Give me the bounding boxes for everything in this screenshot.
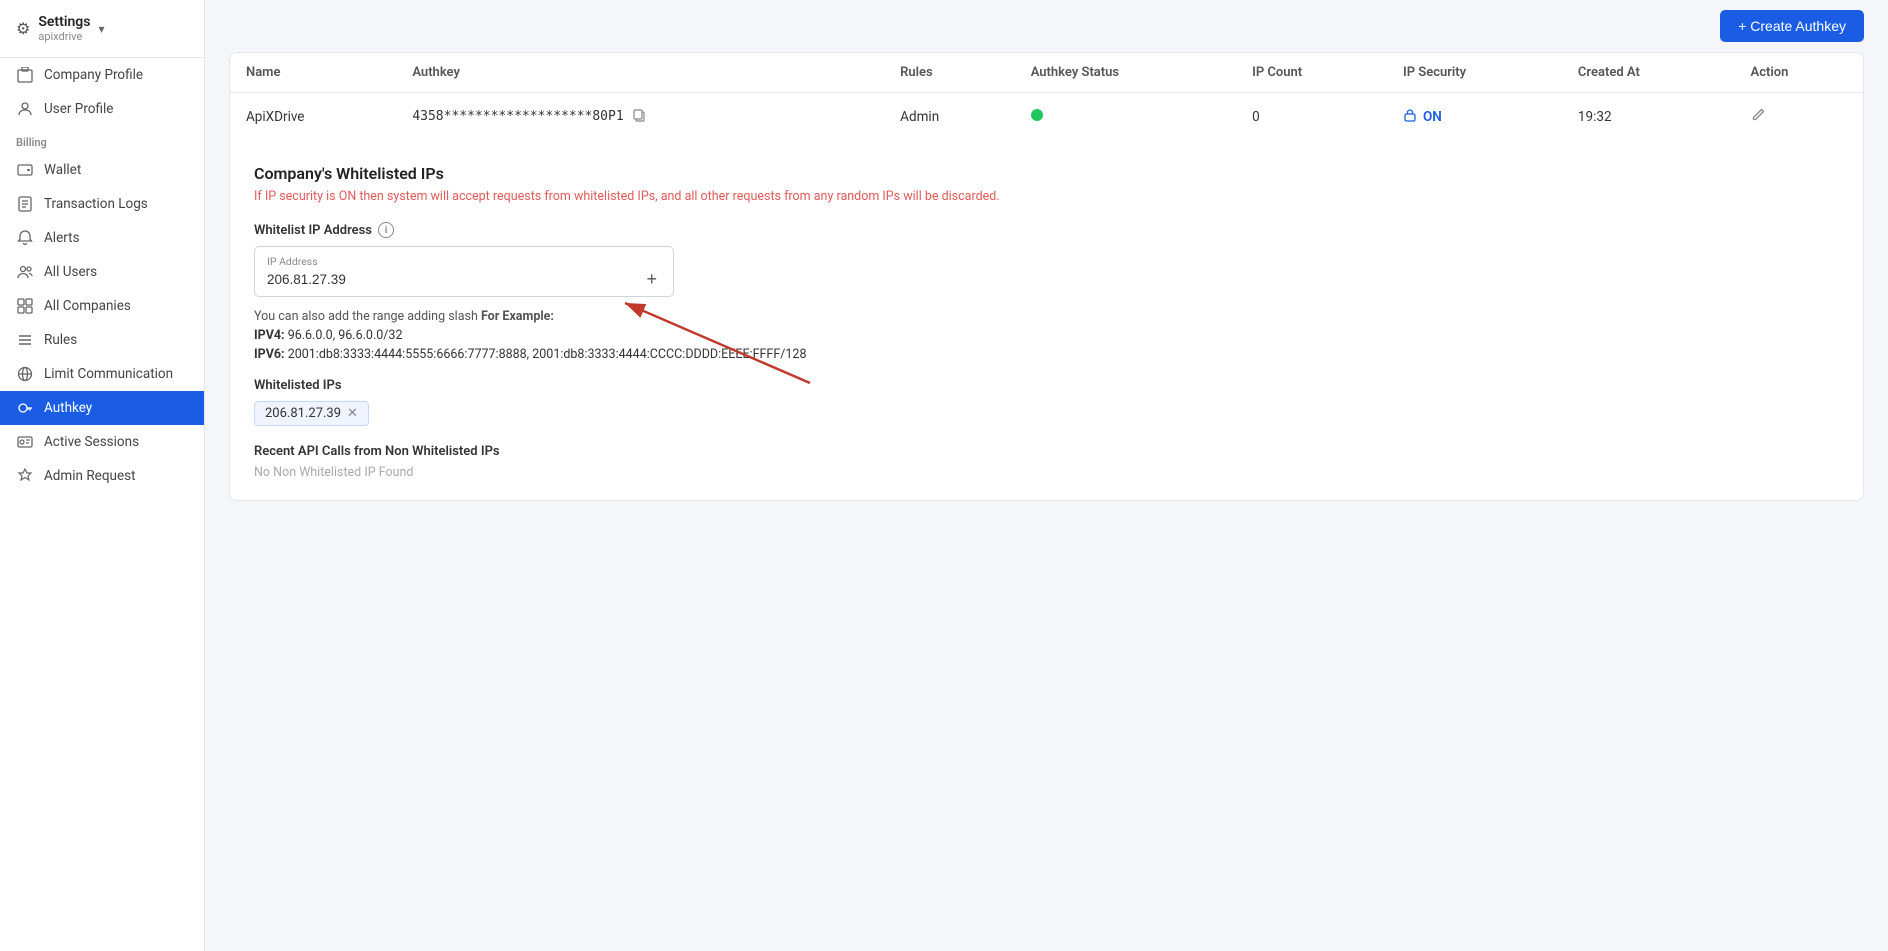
sidebar-item-rules[interactable]: Rules [0, 323, 204, 357]
sidebar-item-limit-communication-label: Limit Communication [44, 366, 173, 382]
sidebar-item-limit-communication[interactable]: Limit Communication [0, 357, 204, 391]
authkey-card: Name Authkey Rules Authkey Status IP Cou… [229, 52, 1864, 501]
table-row: ApiXDrive 4358*******************80P1 Ad… [230, 93, 1863, 141]
col-authkey-status: Authkey Status [1015, 53, 1236, 93]
no-data-text: No Non Whitelisted IP Found [254, 465, 1839, 480]
sidebar-item-all-users[interactable]: All Users [0, 255, 204, 289]
info-icon[interactable]: i [378, 222, 394, 238]
ip-tag-value: 206.81.27.39 [265, 406, 341, 421]
row-created-at: 19:32 [1562, 93, 1735, 141]
whitelist-title: Company's Whitelisted IPs [254, 164, 1839, 183]
settings-title: Settings [38, 14, 90, 30]
gear-icon: ⚙ [16, 19, 30, 38]
col-name: Name [230, 53, 396, 93]
sidebar-item-admin-request[interactable]: Admin Request [0, 459, 204, 493]
recent-api-title: Recent API Calls from Non Whitelisted IP… [254, 444, 1839, 459]
ip-address-input[interactable] [267, 272, 631, 287]
rules-icon [16, 331, 34, 349]
sidebar: ⚙ Settings apixdrive ▾ Company Profile U… [0, 0, 205, 951]
sidebar-item-user-profile-label: User Profile [44, 101, 113, 117]
row-status [1015, 93, 1236, 141]
status-dot [1031, 109, 1043, 121]
main-area: + Create Authkey Name Authkey Rules Auth… [205, 0, 1888, 951]
whitelist-section: Company's Whitelisted IPs If IP security… [230, 140, 1863, 500]
chevron-down-icon: ▾ [98, 22, 104, 36]
row-name: ApiXDrive [230, 93, 396, 141]
whitelisted-ips-title: Whitelisted IPs [254, 378, 1839, 393]
transaction-logs-icon [16, 195, 34, 213]
row-action [1735, 93, 1863, 141]
copy-icon[interactable] [632, 108, 646, 126]
sidebar-item-admin-request-label: Admin Request [44, 468, 135, 484]
all-companies-icon [16, 297, 34, 315]
sidebar-item-company-profile-label: Company Profile [44, 67, 143, 83]
admin-request-icon [16, 467, 34, 485]
sidebar-item-alerts[interactable]: Alerts [0, 221, 204, 255]
sidebar-item-active-sessions[interactable]: Active Sessions [0, 425, 204, 459]
sidebar-item-transaction-logs[interactable]: Transaction Logs [0, 187, 204, 221]
globe-icon [16, 365, 34, 383]
billing-section-label: Billing [0, 126, 204, 153]
active-sessions-icon [16, 433, 34, 451]
row-rules: Admin [884, 93, 1015, 141]
whitelist-ip-label: Whitelist IP Address i [254, 222, 1839, 238]
row-ip-security: ON [1387, 93, 1562, 141]
settings-header[interactable]: ⚙ Settings apixdrive ▾ [0, 0, 204, 58]
sidebar-item-wallet[interactable]: Wallet [0, 153, 204, 187]
alerts-icon [16, 229, 34, 247]
col-action: Action [1735, 53, 1863, 93]
wallet-icon [16, 161, 34, 179]
hint-ipv4: IPV4: 96.6.0.0, 96.6.0.0/32 [254, 328, 1839, 343]
col-ip-count: IP Count [1236, 53, 1387, 93]
whitelisted-ip-tags: 206.81.27.39 ✕ [254, 401, 1839, 426]
sidebar-item-active-sessions-label: Active Sessions [44, 434, 139, 450]
whitelist-info: If IP security is ON then system will ac… [254, 189, 1839, 204]
sidebar-item-authkey[interactable]: Authkey [0, 391, 204, 425]
hint-ipv6: IPV6: 2001:db8:3333:4444:5555:6666:7777:… [254, 347, 1839, 362]
content-area: Name Authkey Rules Authkey Status IP Cou… [205, 52, 1888, 951]
hint-text: You can also add the range adding slash … [254, 309, 1839, 324]
all-users-icon [16, 263, 34, 281]
edit-icon[interactable] [1751, 108, 1766, 126]
ipv6-value: 2001:db8:3333:4444:5555:6666:7777:8888, … [288, 347, 807, 362]
create-authkey-button[interactable]: + Create Authkey [1720, 10, 1864, 42]
ip-tag: 206.81.27.39 ✕ [254, 401, 369, 426]
sidebar-item-rules-label: Rules [44, 332, 77, 348]
topbar: + Create Authkey [205, 0, 1888, 52]
authkey-table-wrap: Name Authkey Rules Authkey Status IP Cou… [230, 53, 1863, 140]
ip-input-wrap: IP Address + [254, 246, 674, 297]
sidebar-item-wallet-label: Wallet [44, 162, 81, 178]
lock-icon [1403, 108, 1417, 126]
sidebar-item-all-users-label: All Users [44, 264, 97, 280]
sidebar-item-user-profile[interactable]: User Profile [0, 92, 204, 126]
sidebar-item-alerts-label: Alerts [44, 230, 80, 246]
settings-subtitle: apixdrive [38, 30, 90, 43]
row-authkey: 4358*******************80P1 [396, 93, 884, 141]
authkey-value: 4358*******************80P1 [412, 109, 623, 124]
sidebar-item-all-companies-label: All Companies [44, 298, 131, 314]
company-icon [16, 66, 34, 84]
col-ip-security: IP Security [1387, 53, 1562, 93]
key-icon [16, 399, 34, 417]
hint-bold: For Example: [481, 309, 554, 324]
sidebar-item-authkey-label: Authkey [44, 400, 92, 416]
ipv6-label: IPV6: [254, 347, 285, 362]
authkey-table: Name Authkey Rules Authkey Status IP Cou… [230, 53, 1863, 140]
add-ip-button[interactable]: + [642, 270, 661, 288]
col-rules: Rules [884, 53, 1015, 93]
sidebar-item-transaction-logs-label: Transaction Logs [44, 196, 148, 212]
ip-security-status: ON [1423, 109, 1442, 125]
ip-tag-remove-button[interactable]: ✕ [347, 406, 358, 421]
row-ip-count: 0 [1236, 93, 1387, 141]
col-authkey: Authkey [396, 53, 884, 93]
ipv4-value: 96.6.0.0, 96.6.0.0/32 [288, 328, 403, 343]
col-created-at: Created At [1562, 53, 1735, 93]
ipv4-label: IPV4: [254, 328, 285, 343]
sidebar-item-company-profile[interactable]: Company Profile [0, 58, 204, 92]
sidebar-item-all-companies[interactable]: All Companies [0, 289, 204, 323]
ip-input-label: IP Address [267, 255, 661, 268]
user-icon [16, 100, 34, 118]
